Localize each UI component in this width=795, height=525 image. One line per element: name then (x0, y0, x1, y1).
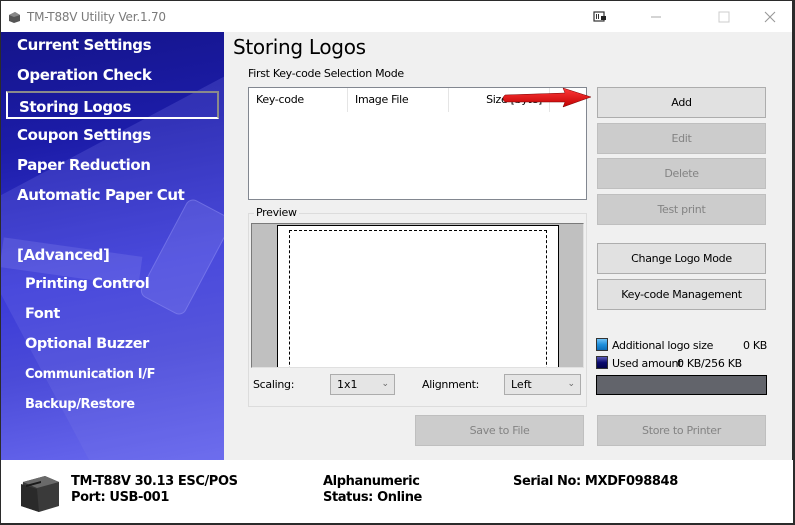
minimize-icon (651, 16, 661, 17)
maximize-button[interactable] (701, 1, 747, 32)
edit-button[interactable]: Edit (597, 123, 766, 154)
sidebar-advanced-header: [Advanced] (17, 246, 110, 264)
close-button[interactable] (747, 1, 793, 32)
scaling-label: Scaling: (253, 378, 295, 391)
sidebar-item-printing-control[interactable]: Printing Control (25, 276, 150, 292)
used-amount-label: Used amount (612, 357, 683, 370)
preview-canvas (251, 223, 584, 368)
sidebar-item-operation-check[interactable]: Operation Check (17, 66, 152, 84)
scaling-value: 1x1 (337, 378, 358, 391)
window-mode-button[interactable] (585, 1, 615, 32)
title-bar: TM-T88V Utility Ver.1.70 (1, 1, 792, 32)
minimize-button[interactable] (633, 1, 679, 32)
printable-area (289, 230, 547, 367)
printer-model: TM-T88V 30.13 ESC/POS (71, 474, 238, 489)
sidebar-item-optional-buzzer[interactable]: Optional Buzzer (25, 336, 149, 352)
additional-size-value: 0 KB (743, 339, 768, 352)
store-to-printer-button[interactable]: Store to Printer (597, 415, 766, 446)
status-bar: TM-T88V 30.13 ESC/POS Port: USB-001 Alph… (1, 460, 793, 523)
sidebar-item-automatic-paper-cut[interactable]: Automatic Paper Cut (17, 186, 185, 204)
red-arrow-annotation (502, 87, 592, 108)
serial-number: Serial No: MXDF098848 (513, 474, 678, 489)
printer-icon (21, 476, 59, 512)
save-to-file-button[interactable]: Save to File (415, 415, 584, 446)
column-header-image-file[interactable]: Image File (348, 88, 449, 112)
chevron-down-icon: ⌄ (381, 379, 389, 389)
add-button[interactable]: Add (597, 87, 766, 118)
change-logo-mode-button[interactable]: Change Logo Mode (597, 243, 766, 274)
sidebar-item-backup-restore[interactable]: Backup/Restore (25, 397, 135, 412)
delete-button[interactable]: Delete (597, 158, 766, 189)
window-title: TM-T88V Utility Ver.1.70 (27, 9, 166, 24)
window-mode-icon (593, 10, 606, 22)
sidebar-item-paper-reduction[interactable]: Paper Reduction (17, 156, 151, 174)
chevron-down-icon: ⌄ (567, 379, 575, 389)
sidebar-item-storing-logos[interactable]: Storing Logos (19, 98, 131, 116)
alignment-label: Alignment: (422, 378, 480, 391)
close-icon (764, 11, 776, 22)
app-window: TM-T88V Utility Ver.1.70 Current Setting… (0, 0, 795, 525)
used-amount-swatch (596, 356, 608, 369)
additional-size-swatch (596, 338, 608, 351)
preview-label: Preview (254, 206, 299, 219)
test-print-button[interactable]: Test print (597, 194, 766, 225)
sidebar-nav: Current Settings Operation Check Storing… (1, 32, 224, 460)
column-header-keycode[interactable]: Key-code (249, 88, 348, 112)
character-set: Alphanumeric (323, 474, 420, 489)
mode-label: First Key-code Selection Mode (248, 67, 404, 80)
alignment-select[interactable]: Left ⌄ (504, 374, 581, 395)
printer-port: Port: USB-001 (71, 490, 169, 505)
sidebar-item-communication-if[interactable]: Communication I/F (25, 367, 155, 382)
sidebar-item-font[interactable]: Font (25, 306, 60, 322)
sidebar-item-coupon-settings[interactable]: Coupon Settings (17, 126, 151, 144)
memory-usage-bar (596, 375, 767, 395)
sidebar-item-current-settings[interactable]: Current Settings (17, 36, 152, 54)
alignment-value: Left (511, 378, 532, 391)
scaling-select[interactable]: 1x1 ⌄ (330, 374, 395, 395)
maximize-icon (718, 11, 730, 22)
printer-app-icon (9, 11, 20, 23)
paper-preview (277, 225, 559, 367)
keycode-management-button[interactable]: Key-code Management (597, 279, 766, 310)
used-amount-value: 0 KB/256 KB (677, 357, 742, 370)
additional-size-label: Additional logo size (612, 339, 714, 352)
printer-status: Status: Online (323, 490, 422, 505)
page-title: Storing Logos (233, 35, 366, 59)
